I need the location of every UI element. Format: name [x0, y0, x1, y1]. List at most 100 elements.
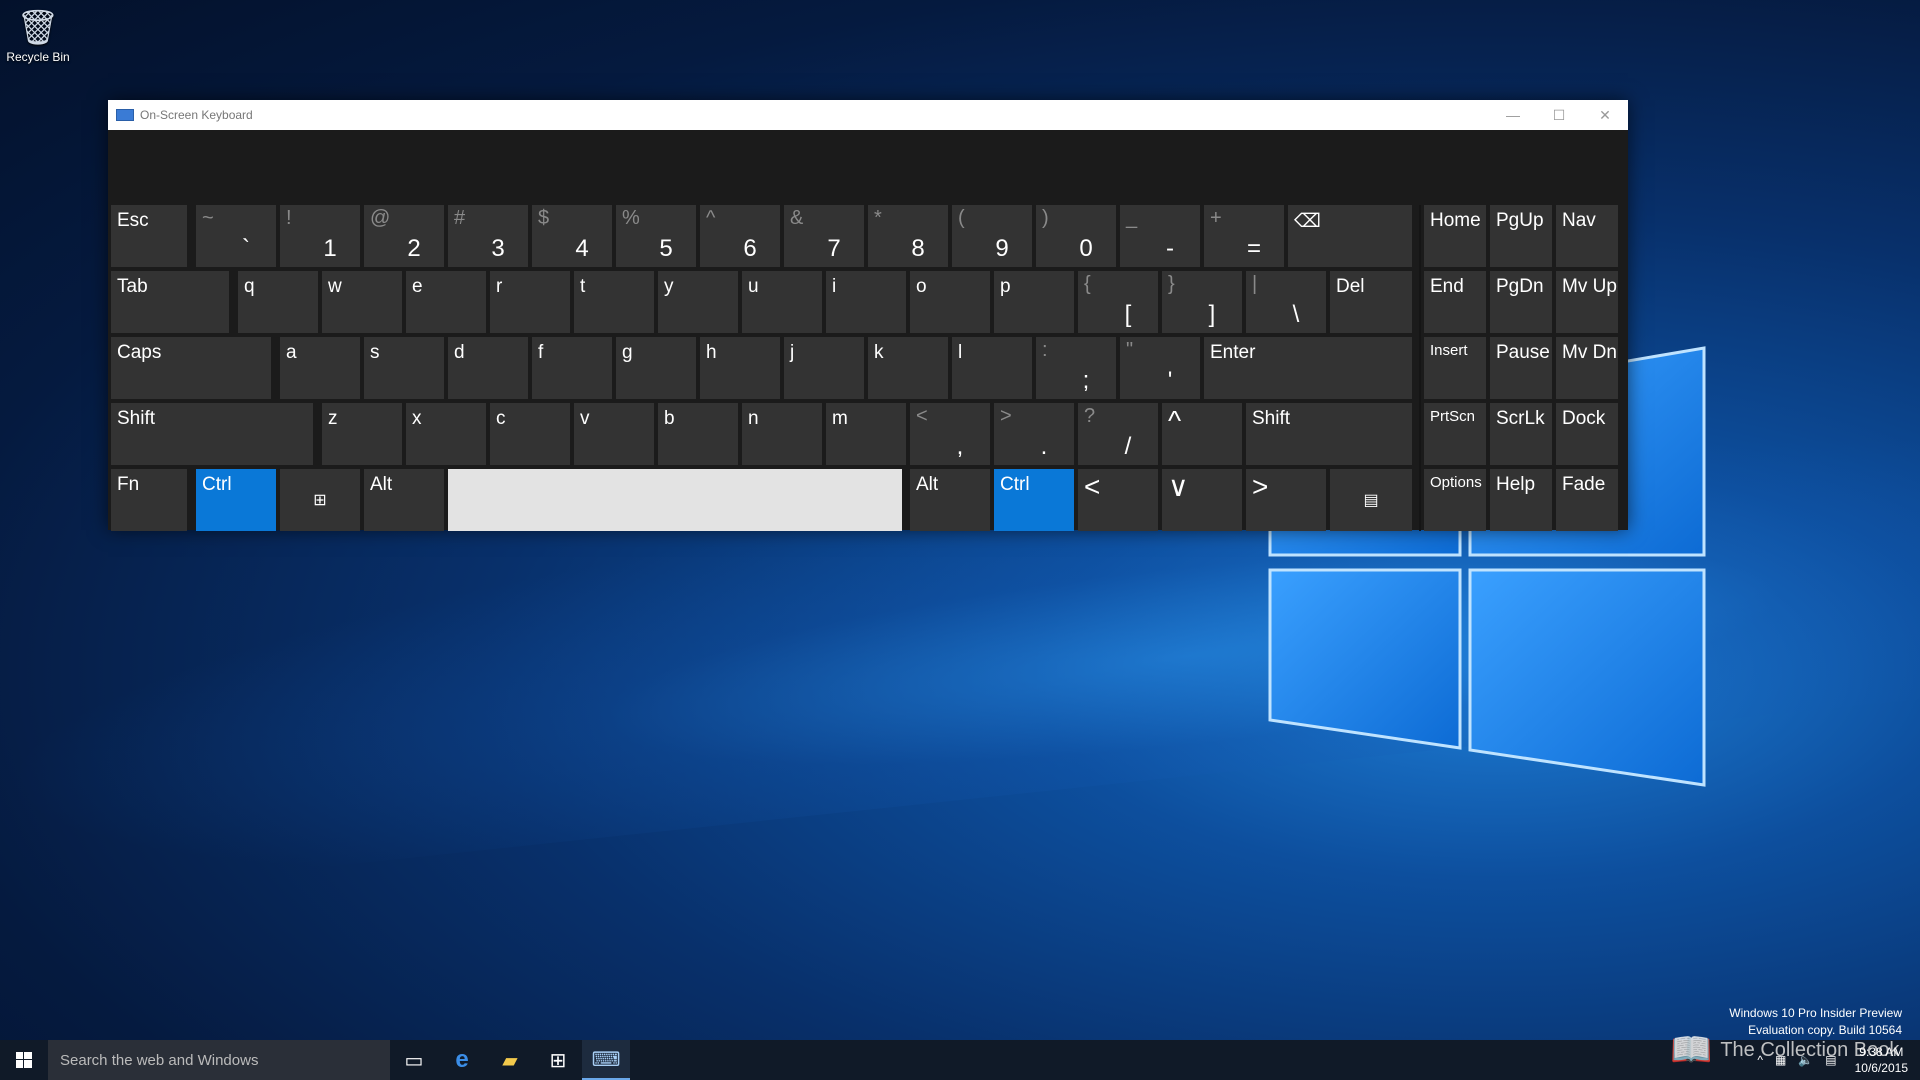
key-u[interactable]: u: [742, 271, 822, 333]
key-o[interactable]: o: [910, 271, 990, 333]
key-∨[interactable]: ∨: [1162, 469, 1242, 531]
recycle-bin-shortcut[interactable]: 🗑 Recycle Bin: [4, 6, 72, 64]
key-e[interactable]: e: [406, 271, 486, 333]
key-label: f: [538, 342, 544, 363]
key-w[interactable]: w: [322, 271, 402, 333]
key-r[interactable]: r: [490, 271, 570, 333]
key-/[interactable]: ? /: [1078, 403, 1158, 465]
key-h[interactable]: h: [700, 337, 780, 399]
key-v[interactable]: v: [574, 403, 654, 465]
task-view-button[interactable]: ▭: [390, 1040, 438, 1080]
key-f[interactable]: f: [532, 337, 612, 399]
key-ctrl[interactable]: Ctrl: [196, 469, 276, 531]
key-z[interactable]: z: [322, 403, 402, 465]
key-caps[interactable]: Caps: [111, 337, 271, 399]
key-x[interactable]: x: [406, 403, 486, 465]
notifications-icon[interactable]: ▤: [1819, 1053, 1842, 1067]
key->[interactable]: >: [1246, 469, 1326, 531]
key-6[interactable]: ^ 6: [700, 205, 780, 267]
key-\[interactable]: | \: [1246, 271, 1326, 333]
key-pgdn[interactable]: PgDn: [1490, 271, 1552, 333]
key-s[interactable]: s: [364, 337, 444, 399]
key-3[interactable]: #3: [448, 205, 528, 267]
clock[interactable]: 9:38 AM 10/6/2015: [1843, 1044, 1920, 1076]
key-scrlk[interactable]: ScrLk: [1490, 403, 1552, 465]
osk-taskbar-button[interactable]: ⌨: [582, 1040, 630, 1080]
key-⊞[interactable]: ⊞: [280, 469, 360, 531]
key-8[interactable]: * 8: [868, 205, 948, 267]
key-1[interactable]: ! 1: [280, 205, 360, 267]
key-shift[interactable]: Shift: [1246, 403, 1412, 465]
key-q[interactable]: q: [238, 271, 318, 333]
key-[[interactable]: {[: [1078, 271, 1158, 333]
key-pgup[interactable]: PgUp: [1490, 205, 1552, 267]
network-icon[interactable]: ▦: [1769, 1053, 1792, 1067]
key-esc[interactable]: Esc: [111, 205, 187, 267]
key-dock[interactable]: Dock: [1556, 403, 1618, 465]
minimize-button[interactable]: —: [1490, 100, 1536, 130]
edge-button[interactable]: e: [438, 1040, 486, 1080]
store-button[interactable]: ⊞: [534, 1040, 582, 1080]
key-nav[interactable]: Nav: [1556, 205, 1618, 267]
key-home[interactable]: Home: [1424, 205, 1486, 267]
key-▤[interactable]: ▤: [1330, 469, 1412, 531]
key--[interactable]: _ -: [1120, 205, 1200, 267]
key-ctrl[interactable]: Ctrl: [994, 469, 1074, 531]
key-7[interactable]: & 7: [784, 205, 864, 267]
key-k[interactable]: k: [868, 337, 948, 399]
key-,[interactable]: <,: [910, 403, 990, 465]
key-g[interactable]: g: [616, 337, 696, 399]
key-pause[interactable]: Pause: [1490, 337, 1552, 399]
key-end[interactable]: End: [1424, 271, 1486, 333]
key-mv-up[interactable]: Mv Up: [1556, 271, 1618, 333]
key-c[interactable]: c: [490, 403, 570, 465]
chevron-up-icon[interactable]: ^: [1751, 1053, 1769, 1067]
key-del[interactable]: Del: [1330, 271, 1412, 333]
file-explorer-button[interactable]: ▰: [486, 1040, 534, 1080]
key-t[interactable]: t: [574, 271, 654, 333]
key-options[interactable]: Options: [1424, 469, 1486, 531]
key-alt[interactable]: Alt: [364, 469, 444, 531]
space-key[interactable]: [448, 469, 902, 531]
key-4[interactable]: $4: [532, 205, 612, 267]
key-alt[interactable]: Alt: [910, 469, 990, 531]
key-b[interactable]: b: [658, 403, 738, 465]
key-5[interactable]: % 5: [616, 205, 696, 267]
key-l[interactable]: l: [952, 337, 1032, 399]
key-shift[interactable]: Shift: [111, 403, 313, 465]
close-button[interactable]: ✕: [1582, 100, 1628, 130]
start-button[interactable]: [0, 1040, 48, 1080]
key-d[interactable]: d: [448, 337, 528, 399]
title-bar[interactable]: On-Screen Keyboard — ☐ ✕: [108, 100, 1628, 130]
key-^[interactable]: ^: [1162, 403, 1242, 465]
volume-icon[interactable]: 🔈: [1792, 1053, 1819, 1067]
key-fade[interactable]: Fade: [1556, 469, 1618, 531]
key-prtscn[interactable]: PrtScn: [1424, 403, 1486, 465]
key-2[interactable]: @2: [364, 205, 444, 267]
key-p[interactable]: p: [994, 271, 1074, 333]
key-tab[interactable]: Tab: [111, 271, 229, 333]
key-mv-dn[interactable]: Mv Dn: [1556, 337, 1618, 399]
key-`[interactable]: ~ `: [196, 205, 276, 267]
key-a[interactable]: a: [280, 337, 360, 399]
key-][interactable]: }]: [1162, 271, 1242, 333]
key-n[interactable]: n: [742, 403, 822, 465]
key-=[interactable]: + =: [1204, 205, 1284, 267]
key-<[interactable]: <: [1078, 469, 1158, 531]
key-help[interactable]: Help: [1490, 469, 1552, 531]
maximize-button[interactable]: ☐: [1536, 100, 1582, 130]
key-insert[interactable]: Insert: [1424, 337, 1486, 399]
key-0[interactable]: ) 0: [1036, 205, 1116, 267]
key-9[interactable]: (9: [952, 205, 1032, 267]
key-y[interactable]: y: [658, 271, 738, 333]
key-'[interactable]: " ': [1120, 337, 1200, 399]
search-box[interactable]: Search the web and Windows: [48, 1040, 390, 1080]
key-⌫[interactable]: ⌫: [1288, 205, 1412, 267]
key-enter[interactable]: Enter: [1204, 337, 1412, 399]
key-i[interactable]: i: [826, 271, 906, 333]
key-fn[interactable]: Fn: [111, 469, 187, 531]
key-m[interactable]: m: [826, 403, 906, 465]
key-;[interactable]: :;: [1036, 337, 1116, 399]
key-.[interactable]: >.: [994, 403, 1074, 465]
key-j[interactable]: j: [784, 337, 864, 399]
